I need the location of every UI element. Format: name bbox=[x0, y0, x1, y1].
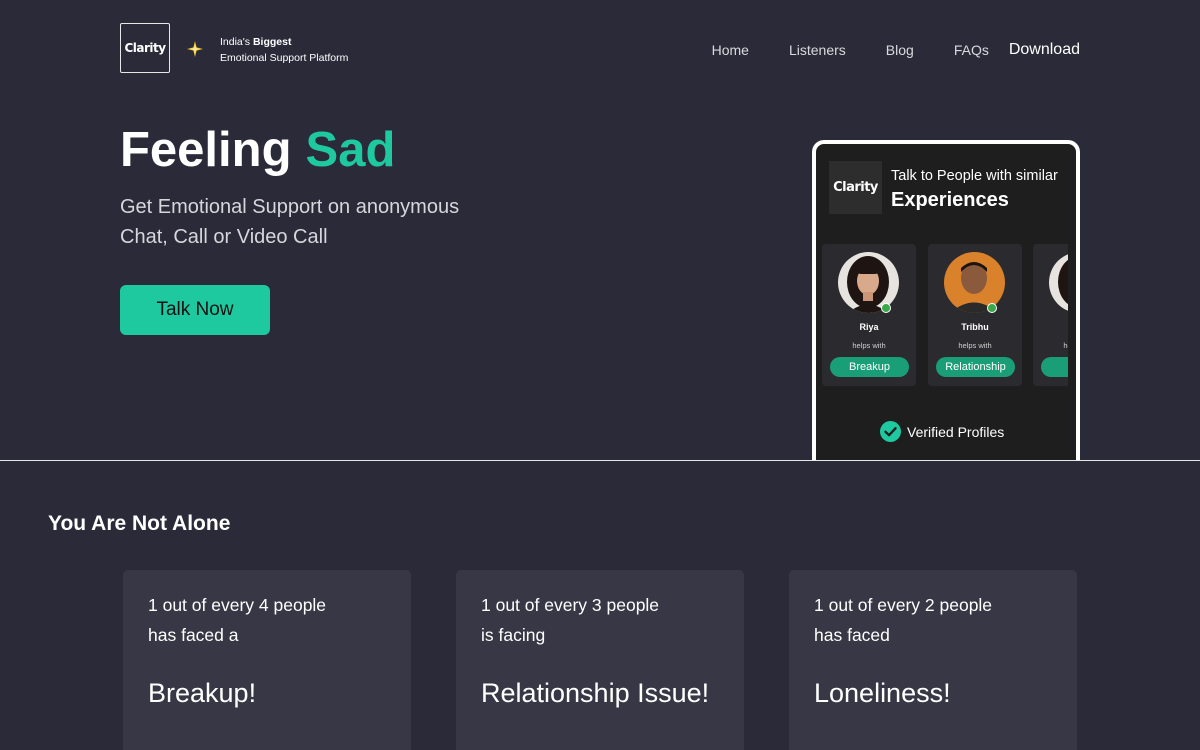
listener-carousel[interactable]: Riya helps with Breakup Tribhu helps wit… bbox=[822, 244, 1068, 389]
listener-card[interactable]: Ar helps with Lo bbox=[1033, 244, 1068, 386]
tagline-prefix: India's bbox=[220, 36, 251, 48]
verified-label: Verified Profiles bbox=[907, 423, 1005, 440]
nav-listeners[interactable]: Listeners bbox=[789, 40, 846, 60]
stat-highlight: Loneliness! bbox=[814, 678, 951, 708]
check-circle-icon bbox=[880, 421, 901, 442]
stat-highlight: Breakup! bbox=[148, 678, 257, 708]
talk-now-button[interactable]: Talk Now bbox=[120, 285, 270, 335]
clarity-logo[interactable]: Clarity bbox=[120, 23, 170, 73]
stat-line1: 1 out of every 2 people bbox=[814, 595, 993, 615]
tagline: India's Biggest Emotional Support Platfo… bbox=[220, 34, 348, 66]
tagline-line2: Emotional Support Platform bbox=[220, 52, 349, 64]
download-link[interactable]: Download bbox=[1009, 40, 1080, 60]
section-divider bbox=[0, 460, 1200, 461]
stat-card: 1 out of every 4 people has faced a Brea… bbox=[123, 570, 411, 750]
listener-name: Riya bbox=[859, 322, 879, 332]
nav-blog[interactable]: Blog bbox=[886, 40, 914, 60]
section-title: You Are Not Alone bbox=[48, 512, 231, 535]
tagline-bold: Biggest bbox=[252, 36, 292, 48]
avatar bbox=[1049, 252, 1068, 313]
stat-line1: 1 out of every 4 people bbox=[148, 595, 327, 615]
stat-line2: is facing bbox=[481, 625, 546, 645]
phone-heading-line2: Experiences bbox=[891, 189, 1009, 211]
verified-profiles: Verified Profiles bbox=[880, 421, 1004, 442]
topic-badge[interactable]: Lo bbox=[1041, 357, 1068, 377]
listener-helps-label: helps with bbox=[1063, 341, 1068, 350]
stat-line2: has faced bbox=[814, 625, 890, 645]
topic-badge[interactable]: Breakup bbox=[830, 357, 909, 377]
phone-heading-line1: Talk to People with similar bbox=[891, 168, 1058, 184]
stat-line2: has faced a bbox=[148, 625, 239, 645]
online-indicator bbox=[987, 303, 997, 313]
nav-faqs[interactable]: FAQs bbox=[954, 40, 989, 60]
topic-badge[interactable]: Relationship bbox=[936, 357, 1015, 377]
listener-name: Tribhu bbox=[961, 322, 989, 332]
listener-card[interactable]: Tribhu helps with Relationship bbox=[928, 244, 1022, 386]
stat-line1: 1 out of every 3 people bbox=[481, 595, 660, 615]
nav-home[interactable]: Home bbox=[712, 40, 749, 60]
stat-highlight: Relationship Issue! bbox=[481, 678, 710, 708]
listener-helps-label: helps with bbox=[958, 341, 992, 350]
hero-title-main: Feeling bbox=[120, 123, 292, 177]
listener-name: Ar bbox=[1033, 322, 1068, 332]
online-indicator bbox=[881, 303, 891, 313]
hero-title-accent: Sad bbox=[305, 123, 396, 177]
stat-card: 1 out of every 3 people is facing Relati… bbox=[456, 570, 744, 750]
phone-mockup: Clarity Talk to People with similar Expe… bbox=[812, 140, 1080, 461]
hero-subtitle: Get Emotional Support on anonymous Chat,… bbox=[120, 196, 460, 248]
listener-card[interactable]: Riya helps with Breakup bbox=[822, 244, 916, 386]
hero-title: Feeling Sad bbox=[120, 122, 395, 178]
stat-card: 1 out of every 2 people has faced Loneli… bbox=[789, 570, 1077, 750]
listener-helps-label: helps with bbox=[852, 341, 886, 350]
phone-logo: Clarity bbox=[829, 161, 882, 214]
main-nav: Home Listeners Blog FAQs Download bbox=[672, 40, 1080, 60]
sparkle-icon bbox=[187, 41, 203, 57]
